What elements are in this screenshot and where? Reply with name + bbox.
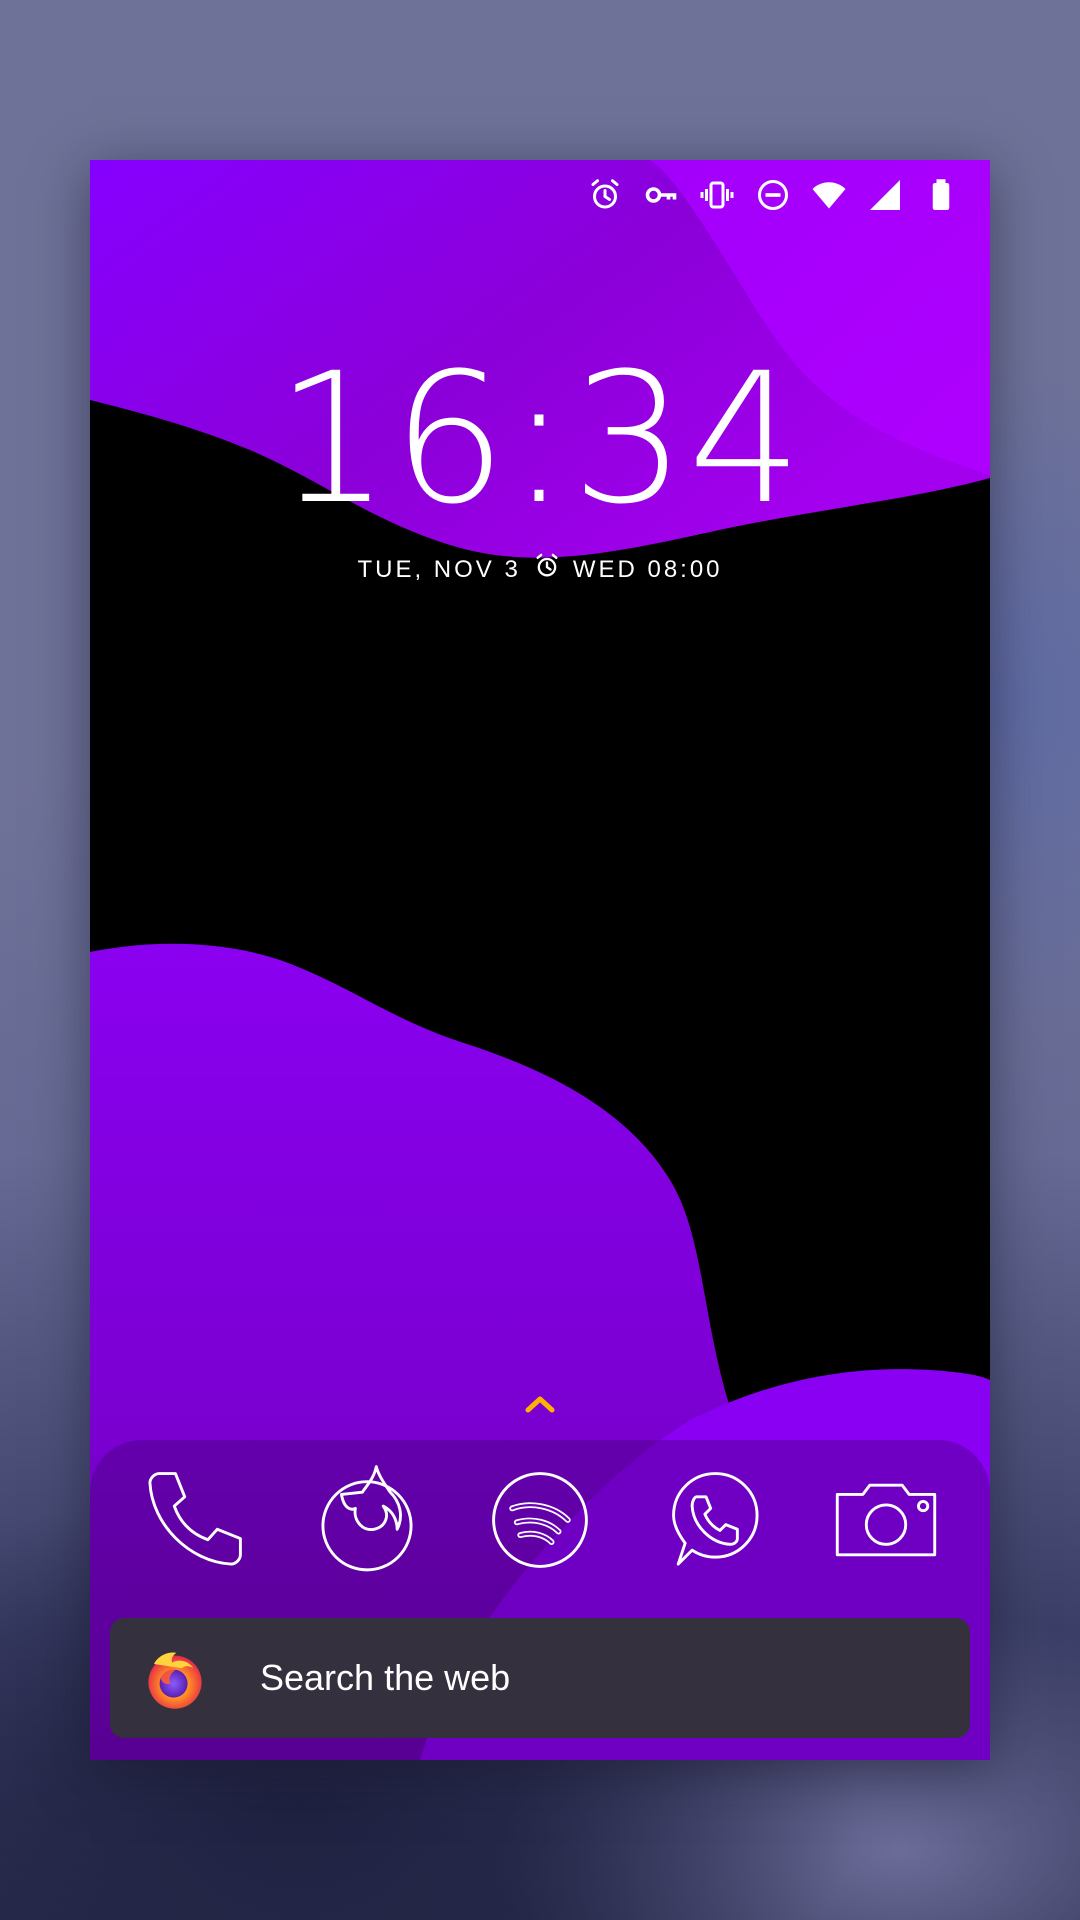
- phone-icon[interactable]: [134, 1460, 254, 1580]
- date-line: TUE, NOV 3 WED 08:00: [90, 552, 990, 587]
- status-bar: [586, 170, 960, 220]
- wifi-icon: [810, 176, 848, 214]
- next-alarm-text: WED 08:00: [572, 555, 723, 583]
- search-placeholder: Search the web: [260, 1657, 511, 1698]
- do-not-disturb-icon: [754, 176, 792, 214]
- camera-icon[interactable]: [826, 1460, 946, 1580]
- cellular-signal-icon: [866, 176, 904, 214]
- battery-icon: [922, 176, 960, 214]
- phone-screen: 16:34 TUE, NOV 3 WED 08:00 Search the we…: [90, 160, 990, 1760]
- firefox-logo: [148, 1652, 202, 1709]
- alarm-small-icon: [533, 552, 561, 587]
- chevron-up-icon[interactable]: [520, 1388, 560, 1418]
- whatsapp-icon[interactable]: [653, 1460, 773, 1580]
- search-bar[interactable]: Search the web: [110, 1618, 970, 1738]
- date-text: TUE, NOV 3: [357, 555, 521, 583]
- alarm-icon: [586, 176, 624, 214]
- lockscreen-clock: 16:34: [275, 335, 805, 544]
- firefox-icon[interactable]: [307, 1460, 427, 1580]
- vpn-key-icon: [642, 176, 680, 214]
- spotify-icon[interactable]: [480, 1460, 600, 1580]
- vibrate-icon: [698, 176, 736, 214]
